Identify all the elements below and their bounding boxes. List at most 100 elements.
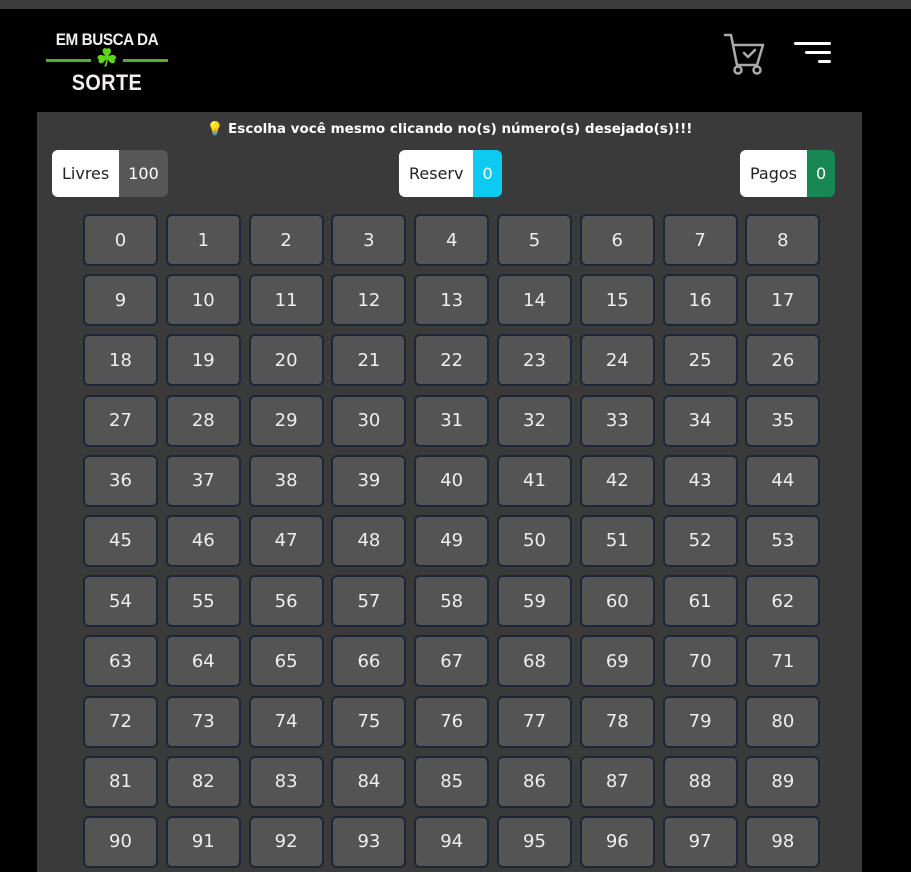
number-button-59[interactable]: 59 (496, 575, 572, 628)
number-button-83[interactable]: 83 (248, 755, 324, 808)
number-button-3[interactable]: 3 (331, 214, 407, 266)
number-button-40[interactable]: 40 (414, 454, 490, 507)
number-button-76[interactable]: 76 (414, 695, 490, 748)
number-button-30[interactable]: 30 (331, 394, 407, 447)
number-button-23[interactable]: 23 (496, 334, 572, 387)
number-button-21[interactable]: 21 (331, 334, 407, 387)
number-button-22[interactable]: 22 (414, 334, 490, 387)
number-button-8[interactable]: 8 (745, 214, 821, 266)
number-button-97[interactable]: 97 (662, 815, 738, 868)
number-button-1[interactable]: 1 (165, 214, 241, 266)
number-button-96[interactable]: 96 (579, 815, 655, 868)
number-button-69[interactable]: 69 (579, 635, 655, 688)
logo[interactable]: EM BUSCA DA ☘ SORTE (44, 30, 170, 95)
number-button-91[interactable]: 91 (165, 815, 241, 868)
number-button-58[interactable]: 58 (414, 575, 490, 628)
number-button-12[interactable]: 12 (331, 274, 407, 327)
number-button-85[interactable]: 85 (414, 755, 490, 808)
number-button-7[interactable]: 7 (662, 214, 738, 266)
number-button-32[interactable]: 32 (496, 394, 572, 447)
number-button-75[interactable]: 75 (331, 695, 407, 748)
number-button-74[interactable]: 74 (248, 695, 324, 748)
number-button-6[interactable]: 6 (579, 214, 655, 266)
number-button-60[interactable]: 60 (579, 575, 655, 628)
number-button-38[interactable]: 38 (248, 454, 324, 507)
number-button-27[interactable]: 27 (83, 394, 158, 447)
number-button-46[interactable]: 46 (165, 514, 241, 567)
number-button-17[interactable]: 17 (745, 274, 821, 327)
number-button-82[interactable]: 82 (165, 755, 241, 808)
number-button-77[interactable]: 77 (496, 695, 572, 748)
number-button-34[interactable]: 34 (662, 394, 738, 447)
number-button-88[interactable]: 88 (662, 755, 738, 808)
number-button-2[interactable]: 2 (248, 214, 324, 266)
stat-livres[interactable]: Livres 100 (52, 150, 168, 197)
number-button-29[interactable]: 29 (248, 394, 324, 447)
number-button-87[interactable]: 87 (579, 755, 655, 808)
number-button-15[interactable]: 15 (579, 274, 655, 327)
number-button-5[interactable]: 5 (496, 214, 572, 266)
number-button-62[interactable]: 62 (745, 575, 821, 628)
number-button-26[interactable]: 26 (745, 334, 821, 387)
number-button-31[interactable]: 31 (414, 394, 490, 447)
number-button-4[interactable]: 4 (414, 214, 490, 266)
number-button-19[interactable]: 19 (165, 334, 241, 387)
number-button-57[interactable]: 57 (331, 575, 407, 628)
number-button-16[interactable]: 16 (662, 274, 738, 327)
number-button-9[interactable]: 9 (83, 274, 158, 327)
number-button-63[interactable]: 63 (83, 635, 158, 688)
number-button-90[interactable]: 90 (83, 815, 158, 868)
number-button-0[interactable]: 0 (83, 214, 158, 266)
number-button-24[interactable]: 24 (579, 334, 655, 387)
number-button-11[interactable]: 11 (248, 274, 324, 327)
hamburger-menu-icon[interactable] (793, 40, 833, 66)
number-button-78[interactable]: 78 (579, 695, 655, 748)
number-button-48[interactable]: 48 (331, 514, 407, 567)
number-button-68[interactable]: 68 (496, 635, 572, 688)
number-button-67[interactable]: 67 (414, 635, 490, 688)
number-button-28[interactable]: 28 (165, 394, 241, 447)
number-button-80[interactable]: 80 (745, 695, 821, 748)
number-button-50[interactable]: 50 (496, 514, 572, 567)
number-button-13[interactable]: 13 (414, 274, 490, 327)
number-button-49[interactable]: 49 (414, 514, 490, 567)
number-button-61[interactable]: 61 (662, 575, 738, 628)
number-button-10[interactable]: 10 (165, 274, 241, 327)
number-button-84[interactable]: 84 (331, 755, 407, 808)
cart-check-icon[interactable] (722, 32, 768, 76)
number-button-53[interactable]: 53 (745, 514, 821, 567)
number-button-41[interactable]: 41 (496, 454, 572, 507)
number-button-42[interactable]: 42 (579, 454, 655, 507)
stat-pagos[interactable]: Pagos 0 (740, 150, 836, 197)
number-button-95[interactable]: 95 (496, 815, 572, 868)
number-button-52[interactable]: 52 (662, 514, 738, 567)
number-button-39[interactable]: 39 (331, 454, 407, 507)
number-button-25[interactable]: 25 (662, 334, 738, 387)
number-button-64[interactable]: 64 (165, 635, 241, 688)
number-button-18[interactable]: 18 (83, 334, 158, 387)
number-button-20[interactable]: 20 (248, 334, 324, 387)
number-button-43[interactable]: 43 (662, 454, 738, 507)
number-button-45[interactable]: 45 (83, 514, 158, 567)
number-button-86[interactable]: 86 (496, 755, 572, 808)
number-button-79[interactable]: 79 (662, 695, 738, 748)
number-button-71[interactable]: 71 (745, 635, 821, 688)
number-button-47[interactable]: 47 (248, 514, 324, 567)
number-button-70[interactable]: 70 (662, 635, 738, 688)
number-button-94[interactable]: 94 (414, 815, 490, 868)
number-button-55[interactable]: 55 (165, 575, 241, 628)
stat-reserv[interactable]: Reserv 0 (399, 150, 502, 197)
number-button-89[interactable]: 89 (745, 755, 821, 808)
number-button-73[interactable]: 73 (165, 695, 241, 748)
number-button-37[interactable]: 37 (165, 454, 241, 507)
number-button-98[interactable]: 98 (745, 815, 821, 868)
number-button-35[interactable]: 35 (745, 394, 821, 447)
number-button-44[interactable]: 44 (745, 454, 821, 507)
number-button-36[interactable]: 36 (83, 454, 158, 507)
number-button-72[interactable]: 72 (83, 695, 158, 748)
number-button-56[interactable]: 56 (248, 575, 324, 628)
number-button-81[interactable]: 81 (83, 755, 158, 808)
number-button-66[interactable]: 66 (331, 635, 407, 688)
number-button-65[interactable]: 65 (248, 635, 324, 688)
number-button-51[interactable]: 51 (579, 514, 655, 567)
